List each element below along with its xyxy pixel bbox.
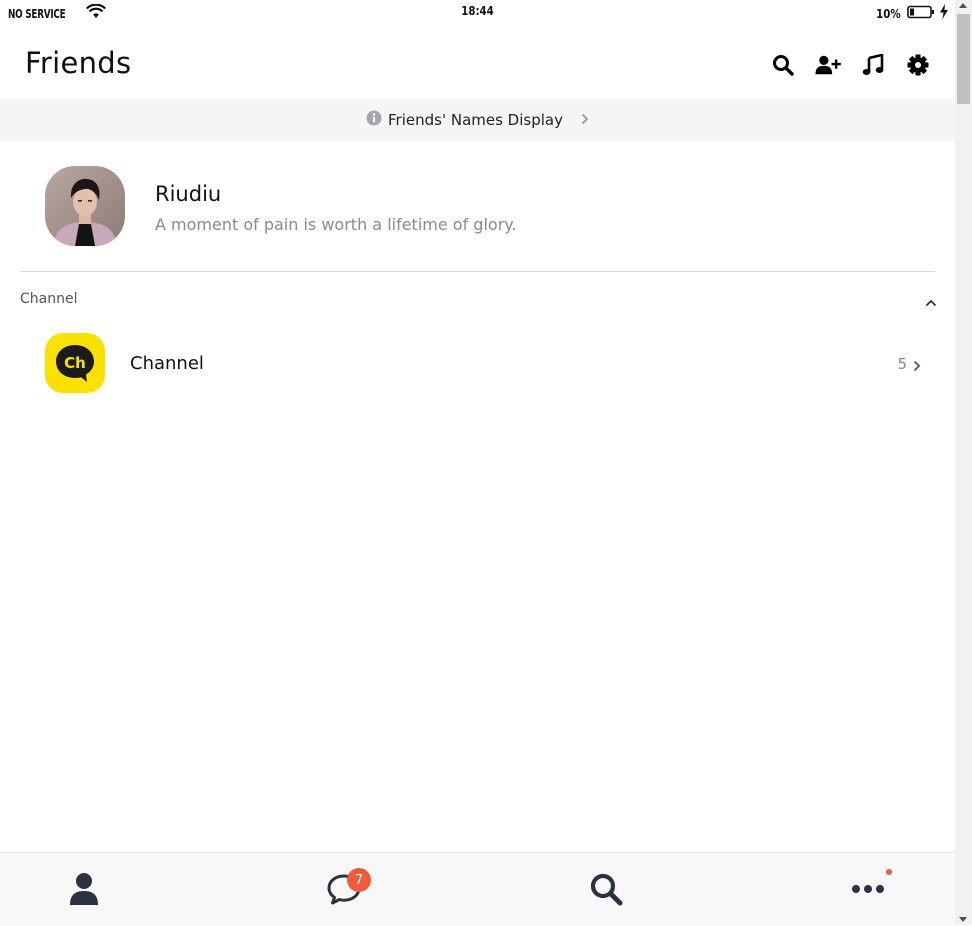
more-dots-icon bbox=[852, 885, 884, 893]
friends-tab[interactable] bbox=[66, 871, 102, 907]
channel-section-header[interactable]: Channel bbox=[0, 272, 955, 320]
info-icon bbox=[366, 110, 382, 130]
page-title: Friends bbox=[25, 46, 132, 80]
battery-icon bbox=[907, 4, 935, 23]
profile-name: Riudiu bbox=[155, 182, 222, 206]
scroll-down-arrow-icon[interactable] bbox=[959, 917, 967, 922]
channel-logo-text: Ch bbox=[64, 354, 86, 372]
more-notification-dot bbox=[886, 869, 892, 875]
page-scrollbar[interactable] bbox=[955, 0, 972, 925]
more-tab[interactable] bbox=[850, 871, 886, 907]
chats-badge: 7 bbox=[347, 868, 371, 892]
channel-list-item[interactable]: Ch Channel 5 bbox=[0, 320, 955, 406]
battery-percent: 10% bbox=[876, 6, 901, 21]
chevron-up-icon[interactable] bbox=[925, 292, 937, 311]
channel-count: 5 bbox=[897, 355, 907, 373]
chevron-right-icon bbox=[581, 111, 589, 129]
section-label: Channel bbox=[20, 291, 78, 307]
person-icon bbox=[70, 873, 98, 905]
channel-name: Channel bbox=[130, 353, 204, 374]
charging-bolt-icon bbox=[939, 4, 949, 23]
scroll-up-arrow-icon[interactable] bbox=[959, 3, 967, 8]
my-profile[interactable]: Riudiu A moment of pain is worth a lifet… bbox=[0, 141, 955, 271]
chevron-right-icon bbox=[913, 357, 921, 376]
header-actions bbox=[770, 52, 931, 78]
friends-screen: NO SERVICE 18:44 10% Friends Friends' Na… bbox=[0, 0, 955, 926]
profile-status-message: A moment of pain is worth a lifetime of … bbox=[155, 215, 517, 234]
add-friend-icon[interactable] bbox=[815, 52, 841, 78]
music-icon[interactable] bbox=[860, 52, 886, 78]
banner-text: Friends' Names Display bbox=[388, 111, 563, 129]
status-right: 10% bbox=[874, 4, 949, 23]
banner-content: Friends' Names Display bbox=[366, 110, 589, 130]
settings-icon[interactable] bbox=[905, 52, 931, 78]
search-icon[interactable] bbox=[770, 52, 796, 78]
top-header: Friends bbox=[0, 26, 955, 99]
carrier-label: NO SERVICE bbox=[8, 6, 66, 21]
names-display-banner[interactable]: Friends' Names Display bbox=[0, 99, 955, 141]
status-bar: NO SERVICE 18:44 10% bbox=[0, 0, 955, 26]
search-icon bbox=[590, 873, 623, 906]
clock: 18:44 bbox=[461, 4, 494, 18]
channel-logo-icon: Ch bbox=[45, 333, 105, 393]
bottom-tab-bar: 7 bbox=[0, 852, 955, 926]
scroll-thumb[interactable] bbox=[957, 14, 970, 104]
avatar[interactable] bbox=[45, 166, 125, 246]
search-tab[interactable] bbox=[588, 871, 624, 907]
